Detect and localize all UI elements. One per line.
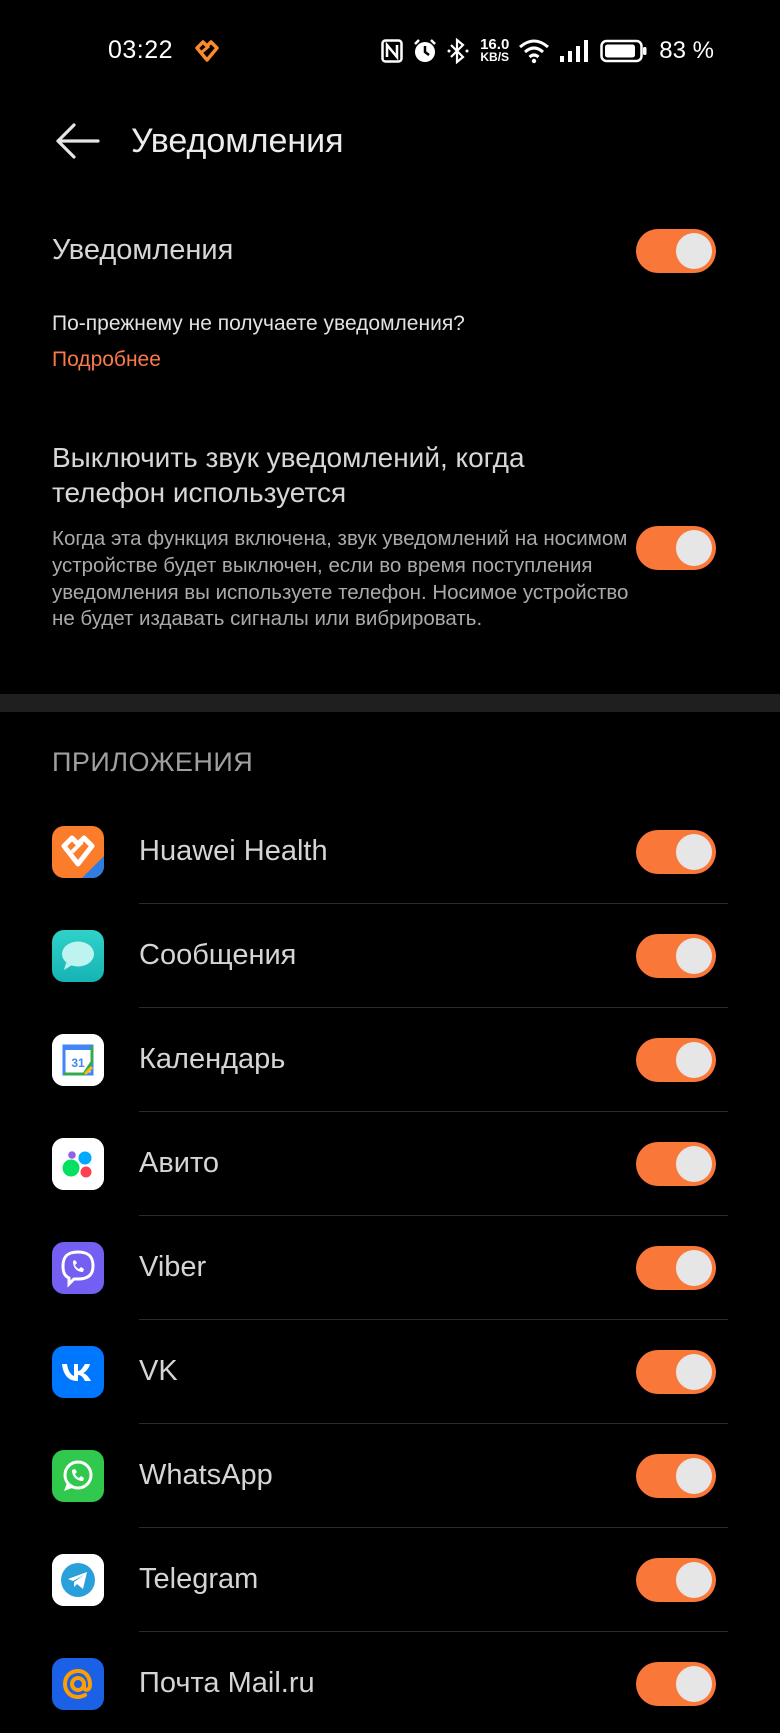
notifications-row[interactable]: Уведомления — [0, 212, 780, 292]
viber-icon — [52, 1242, 104, 1294]
mute-setting-description: Когда эта функция включена, звук уведомл… — [52, 527, 629, 631]
section-divider — [0, 694, 780, 712]
toggle-knob — [676, 1250, 712, 1286]
app-bar: Уведомления — [0, 104, 780, 208]
toggle-knob — [676, 1562, 712, 1598]
app-name: Авито — [139, 1147, 220, 1179]
status-bar: 03:22 16.0 KB/S 83 % — [0, 0, 780, 104]
app-name: Сообщения — [139, 939, 297, 971]
battery-icon — [600, 38, 648, 64]
wifi-icon — [518, 38, 550, 64]
list-item-whatsapp[interactable]: WhatsApp — [0, 1424, 780, 1528]
toggle-knob — [676, 1042, 712, 1078]
page-title: Уведомления — [131, 122, 344, 160]
list-item-telegram[interactable]: Telegram — [0, 1528, 780, 1632]
list-item-viber[interactable]: Viber — [0, 1216, 780, 1320]
app-toggle[interactable] — [636, 1454, 716, 1498]
app-name: Календарь — [139, 1043, 286, 1075]
app-toggle[interactable] — [636, 1246, 716, 1290]
list-item-vk[interactable]: VK — [0, 1320, 780, 1424]
app-toggle[interactable] — [636, 1142, 716, 1186]
app-name: Telegram — [139, 1563, 259, 1595]
notifications-toggle[interactable] — [636, 229, 716, 273]
list-item-huawei-health[interactable]: Huawei Health — [0, 800, 780, 904]
back-button[interactable] — [50, 118, 104, 168]
notifications-label: Уведомления — [52, 234, 234, 266]
apps-section-heading: ПРИЛОЖЕНИЯ — [52, 747, 254, 777]
app-toggle[interactable] — [636, 934, 716, 978]
list-item-mail-ru[interactable]: Почта Mail.ru — [0, 1632, 780, 1733]
toggle-knob — [676, 1146, 712, 1182]
notifications-hint: По-прежнему не получаете уведомления? — [52, 312, 465, 335]
app-name: Huawei Health — [139, 835, 328, 867]
more-info-link[interactable]: Подробнее — [52, 348, 161, 372]
app-toggle[interactable] — [636, 1350, 716, 1394]
mute-setting-toggle[interactable] — [636, 526, 716, 570]
app-name: VK — [139, 1355, 178, 1387]
toggle-knob — [676, 530, 712, 566]
status-time: 03:22 — [108, 36, 174, 64]
huawei-health-icon — [194, 40, 220, 64]
whatsapp-icon — [52, 1450, 104, 1502]
app-toggle[interactable] — [636, 1662, 716, 1706]
toggle-knob — [676, 938, 712, 974]
mail-ru-icon — [52, 1658, 104, 1710]
arrow-back-icon — [54, 121, 100, 166]
app-name: Почта Mail.ru — [139, 1667, 315, 1699]
svg-text:31: 31 — [71, 1056, 85, 1070]
app-toggle[interactable] — [636, 1558, 716, 1602]
app-name: WhatsApp — [139, 1459, 273, 1491]
signal-icon — [559, 39, 591, 63]
list-item-avito[interactable]: Авито — [0, 1112, 780, 1216]
toggle-knob — [676, 233, 712, 269]
toggle-knob — [676, 1458, 712, 1494]
app-toggle[interactable] — [636, 830, 716, 874]
huawei-health-icon — [52, 826, 104, 878]
toggle-knob — [676, 834, 712, 870]
vk-icon — [52, 1346, 104, 1398]
bluetooth-icon — [447, 38, 471, 64]
app-name: Viber — [139, 1251, 207, 1283]
status-icons: 16.0 KB/S 83 % — [381, 34, 714, 68]
list-item-messages[interactable]: Сообщения — [0, 904, 780, 1008]
battery-percent: 83 % — [659, 37, 714, 64]
calendar-icon: 31 — [52, 1034, 104, 1086]
mute-setting-title: Выключить звук уведомлений, когда телефо… — [52, 442, 525, 508]
network-speed: 16.0 KB/S — [480, 36, 510, 64]
toggle-knob — [676, 1666, 712, 1702]
alarm-icon — [412, 38, 438, 64]
telegram-icon — [52, 1554, 104, 1606]
list-item-calendar[interactable]: 31 Календарь — [0, 1008, 780, 1112]
nfc-icon — [381, 39, 403, 63]
toggle-knob — [676, 1354, 712, 1390]
app-toggle[interactable] — [636, 1038, 716, 1082]
messages-icon — [52, 930, 104, 982]
avito-icon — [52, 1138, 104, 1190]
